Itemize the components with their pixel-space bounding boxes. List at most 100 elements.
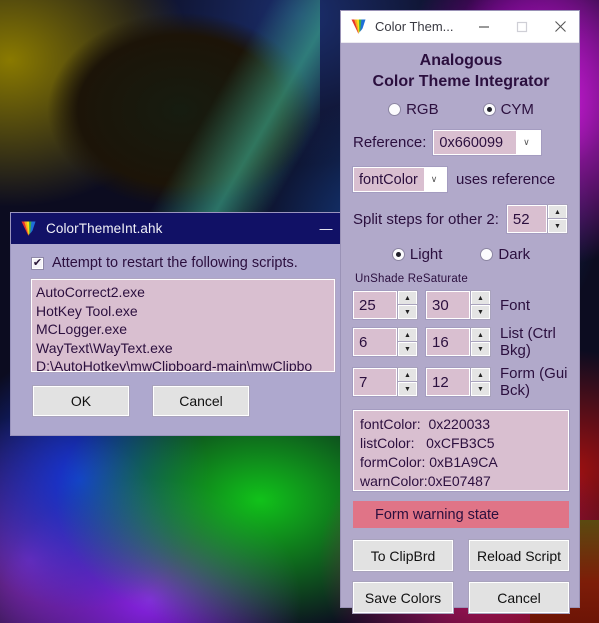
list-unshade-value[interactable]: 6 (352, 327, 398, 357)
maximize-icon[interactable] (503, 11, 541, 42)
list-item[interactable]: WayText\WayText.exe (36, 339, 334, 358)
left-window-titlebar[interactable]: ColorThemeInt.ahk — (11, 213, 349, 244)
color-result-warn: warnColor:0xE07487 (360, 473, 491, 489)
stepper-up-icon[interactable]: ▲ (546, 204, 568, 220)
split-steps-buttons: ▲ ▼ (546, 204, 568, 234)
stepper-up-icon[interactable]: ▲ (470, 327, 491, 343)
minimize-icon[interactable] (465, 11, 503, 42)
list-item[interactable]: HotKey Tool.exe (36, 302, 334, 321)
font-resaturate-value[interactable]: 30 (425, 290, 471, 320)
right-window-body: Analogous Color Theme Integrator RGB CYM… (341, 43, 579, 614)
stepper-down-icon[interactable]: ▼ (470, 341, 491, 357)
adjust-row-list: 6 ▲ ▼ 16 ▲ ▼ List (Ctrl Bkg) (352, 325, 569, 359)
right-window-titlebar[interactable]: Color Them... (341, 11, 579, 43)
split-steps-stepper[interactable]: 52 ▲ ▼ (505, 204, 568, 234)
heading-line-2: Color Theme Integrator (372, 73, 550, 90)
list-unshade-stepper[interactable]: 6 ▲ ▼ (352, 327, 418, 357)
close-icon[interactable] (541, 11, 579, 42)
radio-dark[interactable]: Dark (480, 246, 530, 263)
form-resaturate-value[interactable]: 12 (425, 367, 471, 397)
list-item[interactable]: MCLogger.exe (36, 320, 334, 339)
radio-cym[interactable]: CYM (482, 101, 534, 118)
form-resaturate-stepper[interactable]: 12 ▲ ▼ (425, 367, 491, 397)
ok-button[interactable]: OK (32, 385, 130, 417)
target-combobox[interactable]: fontColor ∨ (352, 166, 448, 193)
reload-script-button[interactable]: Reload Script (468, 539, 570, 572)
chevron-down-icon[interactable]: ∨ (516, 131, 536, 154)
script-list[interactable]: AutoCorrect2.exe HotKey Tool.exe MCLogge… (30, 278, 336, 373)
action-buttons-row-1: To ClipBrd Reload Script (352, 539, 570, 572)
left-window-body: ✔ Attempt to restart the following scrip… (11, 244, 349, 417)
color-results-box: fontColor: 0x220033 listColor: 0xCFB3C5 … (352, 409, 570, 492)
stepper-up-icon[interactable]: ▲ (397, 367, 418, 383)
list-item[interactable]: D:\AutoHotkey\mwClipboard-main\mwClipbo (36, 357, 334, 371)
list-unshade-buttons: ▲ ▼ (397, 327, 418, 357)
to-clipbrd-button[interactable]: To ClipBrd (352, 539, 454, 572)
font-unshade-value[interactable]: 25 (352, 290, 398, 320)
font-resaturate-stepper[interactable]: 30 ▲ ▼ (425, 290, 491, 320)
list-item[interactable]: AutoCorrect2.exe (36, 283, 334, 302)
stepper-down-icon[interactable]: ▼ (470, 304, 491, 320)
stepper-up-icon[interactable]: ▲ (470, 290, 491, 306)
reference-label: Reference: (353, 134, 427, 151)
radio-light-indicator[interactable] (391, 248, 405, 261)
stepper-up-icon[interactable]: ▲ (470, 367, 491, 383)
split-steps-row: Split steps for other 2: 52 ▲ ▼ (353, 204, 569, 234)
form-resaturate-buttons: ▲ ▼ (470, 367, 491, 397)
form-unshade-value[interactable]: 7 (352, 367, 398, 397)
list-resaturate-value[interactable]: 16 (425, 327, 471, 357)
uses-reference-row: fontColor ∨ uses reference (352, 166, 569, 193)
split-steps-value[interactable]: 52 (505, 204, 548, 234)
list-resaturate-buttons: ▲ ▼ (470, 327, 491, 357)
stepper-down-icon[interactable]: ▼ (397, 341, 418, 357)
radio-dark-label: Dark (498, 246, 531, 263)
right-titlebar-buttons (465, 11, 579, 42)
stepper-down-icon[interactable]: ▼ (397, 304, 418, 320)
ahk-icon (20, 220, 37, 237)
font-unshade-stepper[interactable]: 25 ▲ ▼ (352, 290, 418, 320)
radio-dark-indicator[interactable] (480, 248, 494, 261)
radio-cym-indicator[interactable] (482, 103, 496, 116)
adjust-row-font-caption: Font (500, 296, 531, 314)
theme-mode-radio-group: Light Dark (353, 246, 569, 263)
heading-line-1: Analogous (419, 52, 503, 69)
stepper-up-icon[interactable]: ▲ (397, 290, 418, 306)
warning-bar: Form warning state (353, 501, 569, 528)
color-result-font: fontColor: 0x220033 (360, 416, 490, 432)
stepper-down-icon[interactable]: ▼ (470, 381, 491, 397)
right-window-title: Color Them... (375, 19, 454, 34)
colorthemeint-window[interactable]: ColorThemeInt.ahk — ✔ Attempt to restart… (10, 212, 350, 436)
uses-reference-label: uses reference (456, 171, 556, 188)
form-unshade-stepper[interactable]: 7 ▲ ▼ (352, 367, 418, 397)
reference-combobox[interactable]: 0x660099 ∨ (432, 129, 543, 156)
split-steps-label: Split steps for other 2: (353, 210, 499, 228)
left-window-buttons: OK Cancel (32, 385, 339, 417)
radio-rgb[interactable]: RGB (388, 101, 439, 118)
chevron-down-icon[interactable]: ∨ (424, 168, 444, 191)
radio-light[interactable]: Light (391, 246, 442, 263)
wallpaper-teal-streak (150, 0, 320, 230)
color-mode-radio-group: RGB CYM (353, 101, 569, 118)
stepper-up-icon[interactable]: ▲ (397, 327, 418, 343)
stepper-down-icon[interactable]: ▼ (397, 381, 418, 397)
cancel-button[interactable]: Cancel (152, 385, 250, 417)
form-unshade-buttons: ▲ ▼ (397, 367, 418, 397)
adjust-row-form: 7 ▲ ▼ 12 ▲ ▼ Form (Gui Bck) (352, 365, 569, 399)
reference-value: 0x660099 (434, 131, 517, 154)
columns-header: UnShade ReSaturate (355, 273, 468, 285)
radio-rgb-label: RGB (406, 101, 439, 118)
save-colors-button[interactable]: Save Colors (352, 581, 454, 614)
left-window-title: ColorThemeInt.ahk (46, 221, 163, 236)
action-buttons-row-2: Save Colors Cancel (352, 581, 570, 614)
target-value: fontColor (354, 168, 424, 191)
adjust-row-list-caption: List (Ctrl Bkg) (500, 325, 556, 359)
cancel-button[interactable]: Cancel (468, 581, 570, 614)
color-theme-integrator-window[interactable]: Color Them... Analogous Color Theme Inte… (340, 10, 580, 614)
ahk-icon (350, 18, 367, 35)
list-resaturate-stepper[interactable]: 16 ▲ ▼ (425, 327, 491, 357)
stepper-down-icon[interactable]: ▼ (546, 218, 568, 234)
radio-rgb-indicator[interactable] (388, 103, 402, 116)
restart-scripts-checkbox[interactable]: ✔ (31, 256, 44, 270)
restart-scripts-checkbox-row[interactable]: ✔ Attempt to restart the following scrip… (31, 255, 339, 271)
restart-scripts-label: Attempt to restart the following scripts… (52, 255, 298, 271)
